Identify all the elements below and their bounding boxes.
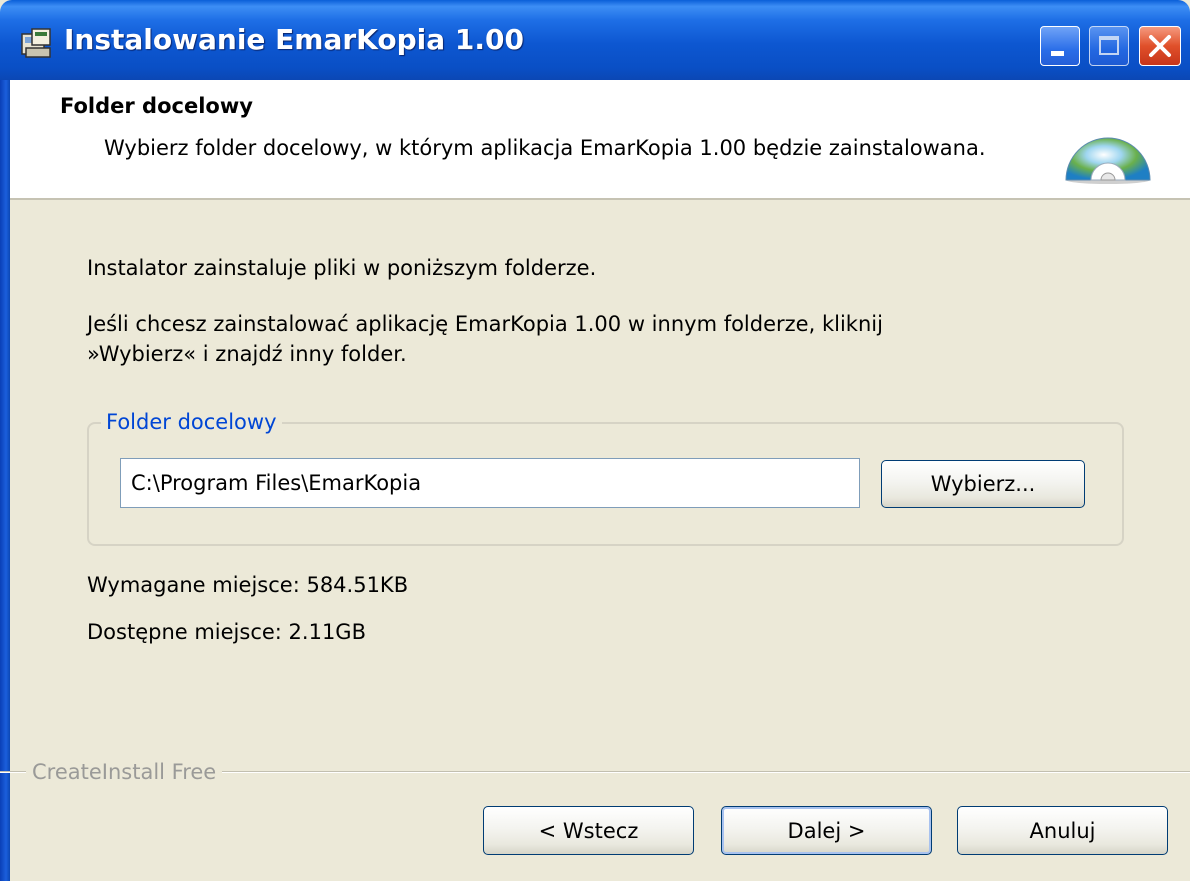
minimize-icon bbox=[1051, 51, 1064, 56]
installer-app-icon bbox=[21, 28, 51, 58]
installer-window: Instalowanie EmarKopia 1.00 Folder docel… bbox=[0, 0, 1190, 881]
cancel-button[interactable]: Anuluj bbox=[957, 806, 1168, 855]
required-space-text: Wymagane miejsce: 584.51KB bbox=[87, 573, 409, 597]
close-icon bbox=[1149, 35, 1171, 57]
cd-disc-icon bbox=[1065, 137, 1151, 184]
page-title: Folder docelowy bbox=[60, 94, 253, 118]
wizard-header: Folder docelowy Wybierz folder docelowy,… bbox=[10, 80, 1190, 200]
maximize-button[interactable] bbox=[1089, 26, 1129, 66]
destination-folder-group: Folder docelowy Wybierz... bbox=[87, 410, 1124, 546]
available-space-text: Dostępne miejsce: 2.11GB bbox=[87, 620, 366, 644]
maximize-icon bbox=[1099, 36, 1119, 55]
minimize-button[interactable] bbox=[1040, 26, 1080, 66]
window-frame-left bbox=[0, 80, 10, 881]
intro-text: Instalator zainstaluje pliki w poniższym… bbox=[87, 256, 597, 280]
destination-path-input[interactable] bbox=[120, 458, 860, 508]
window-title: Instalowanie EmarKopia 1.00 bbox=[64, 23, 524, 56]
hint-text-line-2: »Wybierz« i znajdź inny folder. bbox=[87, 342, 407, 366]
next-button[interactable]: Dalej > bbox=[721, 806, 932, 855]
destination-folder-label: Folder docelowy bbox=[101, 410, 282, 434]
back-button[interactable]: < Wstecz bbox=[483, 806, 694, 855]
hint-text-line-1: Jeśli chcesz zainstalować aplikację Emar… bbox=[87, 312, 883, 336]
close-button[interactable] bbox=[1139, 26, 1181, 66]
page-description: Wybierz folder docelowy, w którym aplika… bbox=[104, 136, 986, 160]
browse-button[interactable]: Wybierz... bbox=[881, 460, 1085, 508]
branding-label: CreateInstall Free bbox=[26, 760, 223, 784]
title-bar[interactable]: Instalowanie EmarKopia 1.00 bbox=[0, 0, 1190, 80]
